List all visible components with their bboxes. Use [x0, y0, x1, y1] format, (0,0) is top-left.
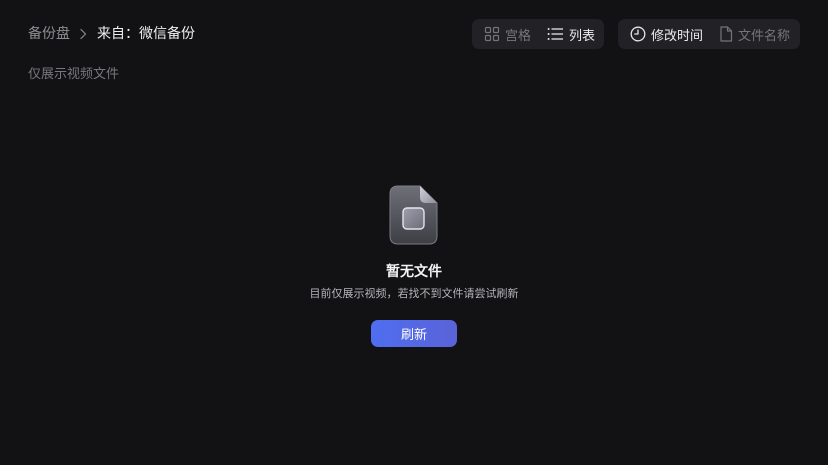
list-icon: [547, 27, 564, 41]
grid-view-button[interactable]: 宫格: [476, 19, 539, 49]
sort-by-name-label: 文件名称: [738, 28, 791, 44]
view-mode-toggle: 宫格 列表: [472, 19, 604, 49]
sort-by-modified-button[interactable]: 修改时间: [622, 19, 711, 49]
sort-by-modified-label: 修改时间: [651, 28, 704, 44]
empty-state: 暂无文件 目前仅展示视频，若找不到文件请尝试刷新 刷新: [0, 184, 828, 347]
clock-icon: [630, 26, 646, 42]
sort-mode-toggle: 修改时间 文件名称: [618, 19, 800, 49]
backup-drive-page: 备份盘 来自：微信备份 宫格 列表 修改时间 文件名称 仅展示视频文件 暂无文件…: [0, 0, 828, 465]
sort-by-name-button[interactable]: 文件名称: [711, 19, 798, 49]
empty-state-description: 目前仅展示视频，若找不到文件请尝试刷新: [309, 287, 519, 300]
list-view-label: 列表: [569, 28, 596, 44]
list-view-button[interactable]: 列表: [539, 19, 603, 49]
empty-file-icon: [389, 185, 438, 245]
grid-icon: [484, 26, 500, 42]
breadcrumb-root-link[interactable]: 备份盘: [28, 24, 70, 44]
refresh-button[interactable]: 刷新: [371, 320, 457, 347]
file-icon: [719, 26, 733, 42]
breadcrumb-current: 来自：微信备份: [97, 26, 195, 42]
chevron-right-icon: [79, 28, 87, 40]
filter-note: 仅展示视频文件: [28, 67, 120, 82]
empty-state-title: 暂无文件: [386, 264, 442, 280]
breadcrumb: 备份盘 来自：微信备份: [28, 24, 195, 44]
grid-view-label: 宫格: [505, 28, 532, 44]
